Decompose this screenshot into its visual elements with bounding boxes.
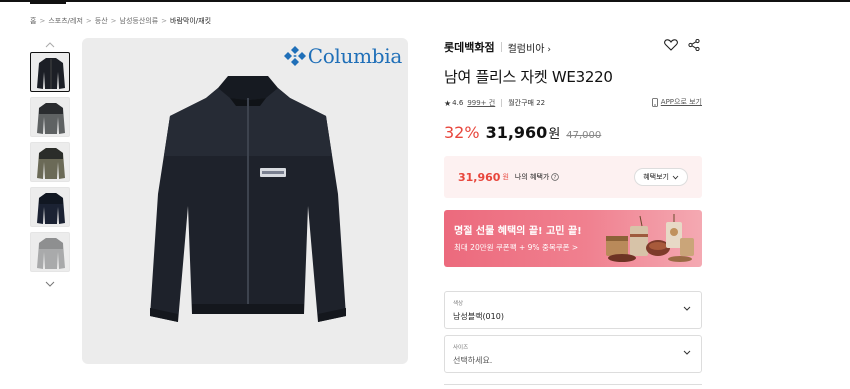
product-meta: ★ 4.6 999+ 건 월간구매 22 APP으로 보기: [444, 97, 702, 109]
app-view-link[interactable]: APP으로 보기: [651, 97, 702, 107]
main-product-image[interactable]: Columbia: [82, 38, 408, 364]
columbia-logo-text: Columbia: [307, 44, 403, 68]
size-select-label: 사이즈: [453, 345, 469, 351]
thumbnail-4[interactable]: [30, 187, 70, 227]
thumbnail-2[interactable]: [30, 97, 70, 137]
thumbnail-up-button[interactable]: [30, 38, 70, 52]
product-info-panel: 롯데백화점 컬럼비아 › 남여 플리스 자켓 WE3220 ★ 4.6 999+ …: [444, 38, 702, 267]
benefit-price: 31,960: [458, 170, 501, 184]
price-currency: 원: [548, 127, 561, 142]
heart-icon[interactable]: [664, 39, 678, 51]
monthly-purchases: 월간구매 22: [508, 99, 546, 107]
mobile-phone-icon: [651, 97, 658, 107]
breadcrumb-hiking[interactable]: 등산: [95, 16, 108, 26]
chevron-down-icon: [683, 350, 691, 355]
breadcrumb-sports[interactable]: 스포츠/레저: [48, 16, 83, 26]
meta-divider: [501, 99, 503, 107]
benefit-label-text: 나의 혜택가: [514, 173, 550, 181]
store-name[interactable]: 롯데백화점: [444, 39, 495, 55]
brand-divider: [500, 42, 502, 52]
share-icon[interactable]: [688, 39, 700, 51]
benefit-label: 나의 혜택가 ?: [514, 172, 560, 182]
columbia-diamond-icon: [283, 46, 306, 66]
discount-rate: 32%: [444, 123, 480, 142]
thumbnail-5[interactable]: [30, 232, 70, 272]
breadcrumb-separator: >: [85, 17, 92, 25]
breadcrumb-separator: >: [39, 17, 46, 25]
brand-row: 롯데백화점 컬럼비아 ›: [444, 38, 702, 56]
chevron-down-icon: [672, 175, 679, 179]
chevron-down-icon: [45, 281, 55, 287]
star-icon: ★: [444, 98, 452, 108]
thumbnail-1[interactable]: [30, 52, 70, 92]
view-benefits-button[interactable]: 혜택보기: [634, 168, 688, 186]
chevron-right-icon: ›: [547, 44, 552, 55]
promo-banner[interactable]: 명절 선물 혜택의 끝! 고민 끝! 최대 20만원 쿠폰팩 + 9% 중복쿠폰…: [444, 210, 702, 267]
action-icons: [664, 39, 700, 51]
breadcrumb-home[interactable]: 홈: [30, 16, 36, 26]
breadcrumb-separator: >: [110, 17, 117, 25]
sale-price: 31,960: [485, 123, 548, 142]
fleece-jacket-image: [150, 76, 346, 322]
product-title: 남여 플리스 자켓 WE3220: [444, 68, 613, 86]
breadcrumb: 홈 > 스포츠/레저 > 등산 > 남성등산의류 > 바람막이/재킷: [30, 16, 211, 26]
thumbnail-3[interactable]: [30, 142, 70, 182]
original-price: 47,000: [566, 130, 602, 141]
chevron-down-icon: [683, 306, 691, 311]
top-border: [0, 0, 850, 2]
app-view-label: APP으로 보기: [660, 98, 702, 106]
rating-value: 4.6: [452, 99, 464, 107]
brand-link[interactable]: 컬럼비아 ›: [508, 40, 551, 55]
view-benefits-label: 혜택보기: [643, 173, 669, 181]
svg-text:?: ?: [554, 175, 557, 181]
chevron-up-icon: [45, 42, 55, 48]
section-divider: [444, 384, 702, 385]
review-count-link[interactable]: 999+ 건: [467, 98, 495, 108]
size-select-value: 선택하세요.: [453, 356, 493, 365]
color-select-label: 색상: [453, 301, 464, 307]
thumbnail-down-button[interactable]: [30, 277, 70, 291]
brand-name: 컬럼비아: [507, 43, 545, 55]
thumbnail-list: [30, 38, 70, 291]
breadcrumb-separator: >: [161, 17, 168, 25]
color-select-value: 남성블랙(010): [453, 312, 504, 321]
benefit-currency: 원: [502, 173, 509, 181]
price-row: 32% 31,960 원 47,000: [444, 123, 702, 142]
breadcrumb-windbreaker[interactable]: 바람막이/재킷: [170, 16, 211, 26]
jacket-thumbnail-grey: [37, 103, 65, 134]
jacket-thumbnail-black: [37, 58, 65, 89]
gift-set-image: [606, 214, 694, 262]
my-benefit-box: 31,960 원 나의 혜택가 ? 혜택보기: [444, 156, 702, 198]
top-tab-indicator: [30, 0, 66, 4]
jacket-thumbnail-olive: [37, 148, 65, 179]
size-select[interactable]: 사이즈 선택하세요.: [444, 335, 702, 373]
color-select[interactable]: 색상 남성블랙(010): [444, 291, 702, 329]
columbia-logo: Columbia: [283, 44, 403, 68]
info-icon[interactable]: ?: [551, 173, 560, 181]
jacket-thumbnail-lightgrey: [37, 238, 65, 269]
jacket-thumbnail-navy: [37, 193, 65, 224]
breadcrumb-mens-hiking-wear[interactable]: 남성등산의류: [120, 16, 159, 26]
